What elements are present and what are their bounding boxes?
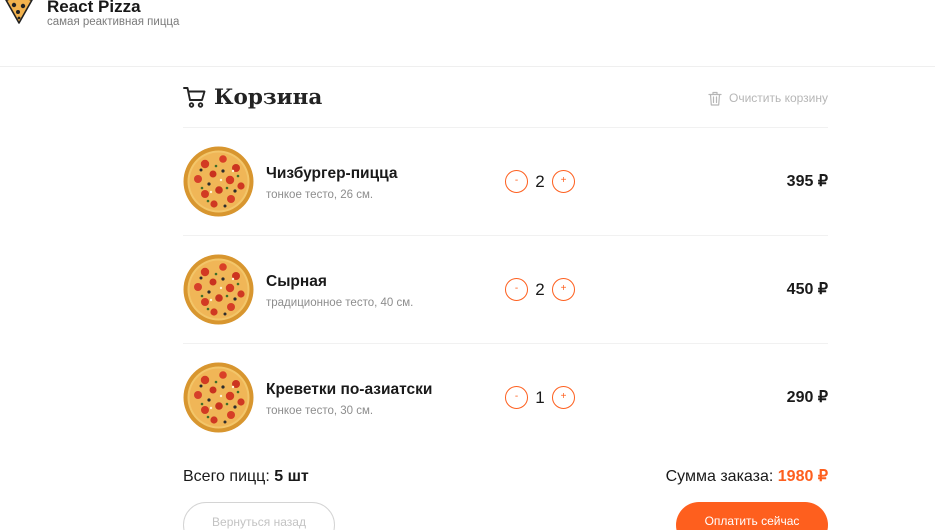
cart-header: Корзина Очистить корзину (183, 84, 828, 128)
cart-item: Чизбургер-пицца тонкое тесто, 26 см. - 2… (183, 128, 828, 236)
total-count-label: Всего пицц: (183, 468, 270, 485)
go-back-button[interactable]: Вернуться назад (183, 502, 335, 530)
trash-icon (708, 91, 722, 106)
order-sum: Сумма заказа: 1980 ₽ (666, 466, 828, 488)
decrease-quantity-button[interactable]: - (505, 386, 528, 409)
item-description: тонкое тесто, 26 см. (266, 189, 374, 201)
decrease-quantity-button[interactable]: - (505, 170, 528, 193)
site-header: React Pizza самая реактивная пицца (0, 0, 935, 67)
quantity-stepper: - 1 + (505, 386, 575, 410)
cart-item: Креветки по-азиатски тонкое тесто, 30 см… (183, 344, 828, 452)
quantity-value: 2 (535, 172, 545, 191)
item-name: Сырная (266, 273, 327, 290)
order-sum-value: 1980 ₽ (777, 468, 828, 485)
item-description: традиционное тесто, 40 см. (266, 297, 414, 309)
brand-subtitle: самая реактивная пицца (47, 16, 180, 28)
decrease-quantity-button[interactable]: - (505, 278, 528, 301)
quantity-value: 1 (535, 388, 545, 407)
clear-cart-button[interactable]: Очистить корзину (708, 88, 828, 108)
increase-quantity-button[interactable]: + (552, 386, 575, 409)
item-price: 450 ₽ (786, 281, 828, 298)
cart-item: Сырная традиционное тесто, 40 см. - 2 + … (183, 236, 828, 344)
quantity-stepper: - 2 + (505, 278, 575, 302)
pizza-image (183, 146, 254, 217)
item-price: 395 ₽ (786, 173, 828, 190)
pizza-slice-icon[interactable] (4, 0, 34, 24)
quantity-value: 2 (535, 280, 545, 299)
quantity-stepper: - 2 + (505, 170, 575, 194)
total-count: Всего пицц: 5 шт (183, 466, 309, 488)
pizza-image (183, 254, 254, 325)
item-price: 290 ₽ (786, 389, 828, 406)
page-title: Корзина (214, 85, 323, 110)
pizza-image (183, 362, 254, 433)
item-name: Креветки по-азиатски (266, 381, 433, 398)
total-count-value: 5 шт (274, 468, 309, 485)
pay-now-button[interactable]: Оплатить сейчас (676, 502, 828, 530)
item-name: Чизбургер-пицца (266, 165, 398, 182)
increase-quantity-button[interactable]: + (552, 170, 575, 193)
clear-cart-label: Очистить корзину (729, 91, 828, 105)
item-description: тонкое тесто, 30 см. (266, 405, 374, 417)
increase-quantity-button[interactable]: + (552, 278, 575, 301)
shopping-cart-icon (183, 87, 206, 108)
order-sum-label: Сумма заказа: (665, 468, 774, 485)
